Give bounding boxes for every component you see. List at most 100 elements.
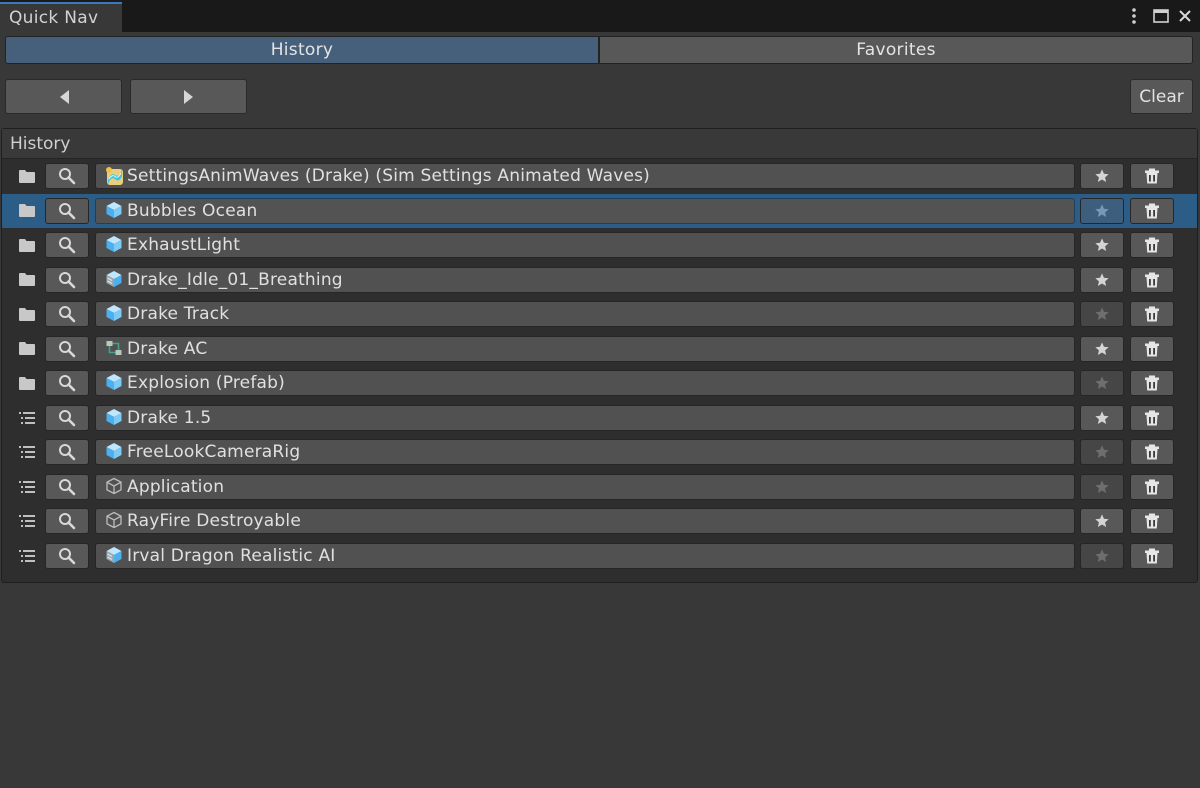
star-icon xyxy=(1095,307,1109,320)
history-row[interactable]: Explosion (Prefab) xyxy=(2,366,1197,401)
gameobject-icon xyxy=(105,477,125,497)
kebab-menu-icon[interactable] xyxy=(1123,5,1145,27)
model-prefab-icon xyxy=(105,270,125,290)
ping-button[interactable] xyxy=(45,301,89,327)
object-field[interactable]: Irval Dragon Realistic AI xyxy=(95,542,1075,569)
object-label: SettingsAnimWaves (Drake) (Sim Settings … xyxy=(127,166,651,186)
delete-button[interactable] xyxy=(1130,232,1174,258)
ping-button[interactable] xyxy=(45,542,89,569)
object-field[interactable]: FreeLookCameraRig xyxy=(95,439,1075,465)
folder-icon xyxy=(18,306,36,322)
object-field[interactable]: RayFire Destroyable xyxy=(95,508,1075,534)
folder-icon xyxy=(18,272,36,288)
object-field[interactable]: SettingsAnimWaves (Drake) (Sim Settings … xyxy=(95,163,1075,189)
delete-button[interactable] xyxy=(1130,508,1174,534)
history-row[interactable]: Application xyxy=(2,470,1197,505)
ping-button[interactable] xyxy=(45,266,89,293)
object-label: ExhaustLight xyxy=(127,235,241,255)
delete-button[interactable] xyxy=(1130,301,1174,327)
delete-button[interactable] xyxy=(1130,335,1174,362)
tab-history[interactable]: History xyxy=(6,37,600,63)
star-icon xyxy=(1095,376,1109,389)
delete-button[interactable] xyxy=(1130,197,1174,224)
folder-icon xyxy=(18,168,36,184)
clear-button[interactable]: Clear xyxy=(1130,79,1193,114)
ping-button[interactable] xyxy=(45,508,89,534)
ping-button[interactable] xyxy=(45,439,89,465)
favorite-button[interactable] xyxy=(1080,439,1124,465)
star-icon xyxy=(1095,238,1109,251)
object-field[interactable]: Drake 1.5 xyxy=(95,404,1075,431)
object-field[interactable]: Bubbles Ocean xyxy=(95,197,1075,224)
prefab-icon xyxy=(105,408,125,428)
favorite-button[interactable] xyxy=(1080,542,1124,569)
object-field[interactable]: Application xyxy=(95,473,1075,500)
history-header: History xyxy=(2,129,1197,159)
delete-button[interactable] xyxy=(1130,163,1174,189)
history-row[interactable]: RayFire Destroyable xyxy=(2,504,1197,539)
forward-button[interactable] xyxy=(130,79,247,114)
trash-icon xyxy=(1145,479,1159,494)
history-row[interactable]: FreeLookCameraRig xyxy=(2,435,1197,470)
search-icon xyxy=(59,409,76,426)
ping-button[interactable] xyxy=(45,197,89,224)
search-icon xyxy=(59,237,76,254)
delete-button[interactable] xyxy=(1130,542,1174,569)
tab-favorites[interactable]: Favorites xyxy=(600,37,1192,63)
folder-icon xyxy=(18,203,36,219)
history-row[interactable]: Drake AC xyxy=(2,332,1197,367)
favorite-button[interactable] xyxy=(1080,301,1124,327)
favorite-button[interactable] xyxy=(1080,232,1124,258)
favorite-button[interactable] xyxy=(1080,335,1124,362)
view-tabs: History Favorites xyxy=(5,36,1193,64)
history-row[interactable]: ExhaustLight xyxy=(2,228,1197,263)
favorite-button[interactable] xyxy=(1080,197,1124,224)
favorite-button[interactable] xyxy=(1080,508,1124,534)
ping-button[interactable] xyxy=(45,473,89,500)
back-button[interactable] xyxy=(5,79,122,114)
maximize-icon[interactable] xyxy=(1150,5,1172,27)
delete-button[interactable] xyxy=(1130,439,1174,465)
favorite-button[interactable] xyxy=(1080,370,1124,396)
trash-icon xyxy=(1145,341,1159,356)
object-label: Drake Track xyxy=(127,304,230,324)
close-icon[interactable] xyxy=(1174,5,1196,27)
favorite-button[interactable] xyxy=(1080,404,1124,431)
object-field[interactable]: Explosion (Prefab) xyxy=(95,370,1075,396)
history-row[interactable]: Drake_Idle_01_Breathing xyxy=(2,263,1197,298)
object-field[interactable]: Drake_Idle_01_Breathing xyxy=(95,266,1075,293)
trash-icon xyxy=(1145,237,1159,253)
ping-button[interactable] xyxy=(45,404,89,431)
triangle-right-icon xyxy=(183,89,193,104)
object-field[interactable]: Drake Track xyxy=(95,301,1075,327)
ping-button[interactable] xyxy=(45,370,89,396)
ping-button[interactable] xyxy=(45,232,89,258)
star-icon xyxy=(1095,445,1109,458)
window-tab-quick-nav[interactable]: Quick Nav xyxy=(0,2,122,32)
trash-icon xyxy=(1145,306,1159,322)
search-icon xyxy=(59,478,76,495)
history-row[interactable]: Irval Dragon Realistic AI xyxy=(2,539,1197,574)
favorite-button[interactable] xyxy=(1080,473,1124,500)
delete-button[interactable] xyxy=(1130,370,1174,396)
ping-button[interactable] xyxy=(45,335,89,362)
delete-button[interactable] xyxy=(1130,473,1174,500)
object-field[interactable]: Drake AC xyxy=(95,335,1075,362)
object-field[interactable]: ExhaustLight xyxy=(95,232,1075,258)
favorite-button[interactable] xyxy=(1080,163,1124,189)
favorite-button[interactable] xyxy=(1080,266,1124,293)
search-icon xyxy=(59,375,76,392)
object-label: RayFire Destroyable xyxy=(127,511,301,531)
history-row[interactable]: Drake 1.5 xyxy=(2,401,1197,436)
history-row[interactable]: Drake Track xyxy=(2,297,1197,332)
delete-button[interactable] xyxy=(1130,404,1174,431)
ping-button[interactable] xyxy=(45,163,89,189)
prefab-icon xyxy=(105,304,125,324)
search-icon xyxy=(59,202,76,219)
star-icon xyxy=(1095,203,1109,217)
hierarchy-icon xyxy=(18,479,36,495)
folder-icon xyxy=(18,341,36,357)
delete-button[interactable] xyxy=(1130,266,1174,293)
history-row[interactable]: SettingsAnimWaves (Drake) (Sim Settings … xyxy=(2,159,1197,194)
history-row[interactable]: Bubbles Ocean xyxy=(2,193,1197,228)
